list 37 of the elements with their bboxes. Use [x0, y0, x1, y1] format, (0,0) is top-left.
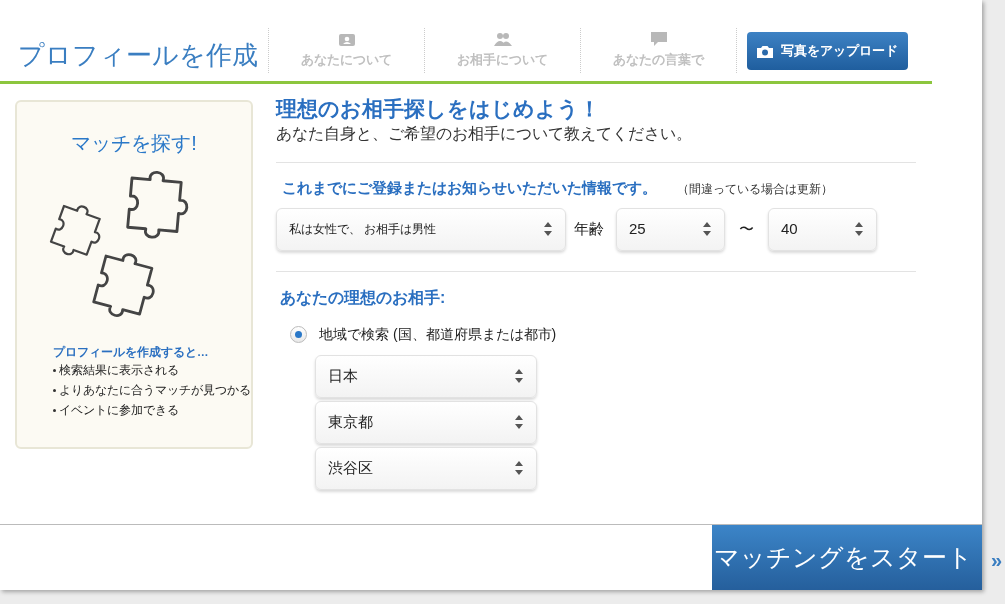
- speech-bubble-icon: [649, 31, 668, 47]
- benefit-text: よりあなたに合うマッチが見つかる: [59, 382, 251, 400]
- people-icon: [493, 31, 512, 46]
- bullet-icon: [53, 368, 56, 372]
- id-card-icon: [338, 31, 355, 46]
- age-max-select[interactable]: 40: [768, 207, 877, 251]
- radio-button[interactable]: [290, 325, 307, 343]
- gender-select[interactable]: 私は女性で、 お相手は男性: [276, 207, 566, 251]
- chevron-text: »: [990, 548, 1002, 573]
- benefit-text: 検索結果に表示される: [59, 362, 179, 380]
- info-title: これまでにご登録またはお知らせいただいた情報です。: [282, 178, 657, 199]
- sidebar-title: マッチを探す!: [71, 131, 197, 156]
- main-subheading: あなた自身と、ご希望のお相手について教えてください。: [276, 124, 693, 145]
- up-down-caret-icon: [854, 221, 864, 238]
- up-down-caret-icon: [514, 368, 524, 385]
- camera-icon: [757, 44, 773, 58]
- up-down-caret-icon: [514, 414, 524, 431]
- main-heading: 理想のお相手探しをはじめよう！: [276, 96, 601, 123]
- benefit-text: イベントに参加できる: [59, 402, 179, 420]
- age-separator: 〜: [738, 219, 755, 239]
- page-title: プロフィールを作成: [17, 39, 259, 72]
- up-down-caret-icon: [543, 221, 553, 238]
- bullet-icon: [53, 408, 56, 412]
- benefits-title: プロフィールを作成すると…: [53, 344, 209, 361]
- age-label: 年齢: [574, 219, 604, 239]
- start-matching-button[interactable]: マッチングをスタート: [712, 525, 982, 590]
- up-down-caret-icon: [514, 460, 524, 477]
- bullet-icon: [53, 388, 56, 392]
- location-select[interactable]: 東京都: [315, 400, 537, 444]
- upload-photo-button[interactable]: 写真をアップロード: [747, 32, 908, 70]
- age-min-select[interactable]: 25: [616, 207, 725, 251]
- location-select[interactable]: 渋谷区: [315, 446, 537, 490]
- info-note: （間違っている場合は更新）: [677, 181, 833, 199]
- radio-label: 地域で検索 (国、都道府県または都市): [319, 324, 557, 344]
- location-select[interactable]: 日本: [315, 354, 537, 398]
- ideal-partner-title: あなたの理想のお相手:: [280, 288, 446, 306]
- up-down-caret-icon: [702, 221, 712, 238]
